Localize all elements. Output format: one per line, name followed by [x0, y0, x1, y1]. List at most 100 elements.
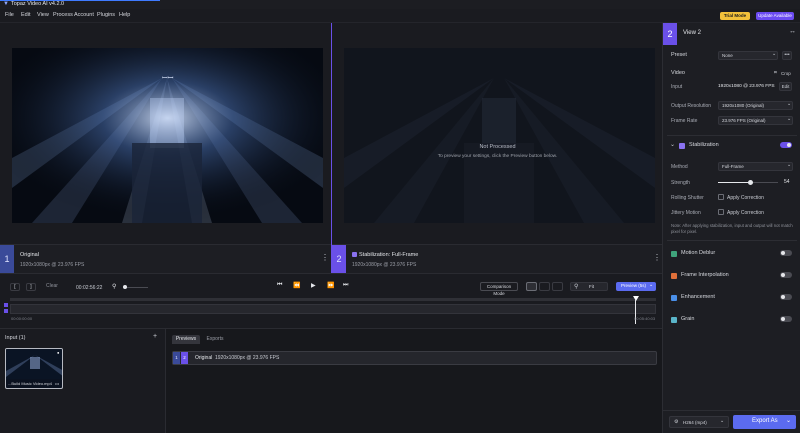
concert-image: ꟷꟷ [12, 48, 323, 223]
codec-value: H264 (mp4) [683, 420, 707, 425]
comparison-mode-button[interactable]: Comparison Mode [480, 282, 518, 296]
view-1-number[interactable]: 1 [0, 245, 14, 273]
zoom-slider-handle[interactable] [123, 285, 127, 289]
grain-icon [671, 317, 677, 323]
export-as-button[interactable]: Export As ⌄ [733, 415, 796, 429]
crop-button[interactable]: Crop [781, 71, 791, 76]
tab-previews[interactable]: Previews [172, 335, 200, 344]
timecode[interactable]: 00:02:56:22 [76, 285, 102, 291]
input-file-name: ...Build Music Video.mp4 [8, 381, 52, 386]
frame-rate-select[interactable]: 23.976 FPS (Original) [718, 116, 793, 125]
skip-start-icon[interactable]: ⏮ [277, 282, 282, 289]
input-value: 1920x1080 @ 23.976 FPS [718, 84, 775, 89]
rolling-shutter-apply: Apply Correction [727, 195, 764, 201]
output-resolution-select[interactable]: 1920x1080 (Original) [718, 101, 793, 110]
view-2-more-icon[interactable]: ⋮ [653, 253, 661, 262]
settings-panel: 2 View 2 ↔ Preset None ⌄ ••• Video ⌗ Cro… [662, 23, 800, 433]
out-marker[interactable] [4, 309, 8, 313]
trial-mode-button[interactable]: Trial Mode [720, 12, 750, 20]
skip-end-icon[interactable]: ⏭ [343, 282, 348, 289]
strength-value[interactable]: 54 [784, 179, 790, 185]
clear-button[interactable]: Clear [43, 283, 61, 291]
menu-process[interactable]: Process [53, 12, 73, 18]
playhead[interactable] [633, 296, 639, 301]
preview-button[interactable]: Preview (5s) ⌄ [616, 282, 656, 291]
enhancement-icon [671, 295, 677, 301]
codec-select[interactable]: ⚙ H264 (mp4) ⌄ [669, 416, 729, 428]
jittery-motion-apply: Apply Correction [727, 210, 764, 216]
update-available-button[interactable]: Update Available [756, 12, 794, 20]
frame-interpolation-title: Frame Interpolation [681, 272, 729, 278]
play-icon[interactable]: ▶ [311, 282, 316, 289]
stabilization-title: Stabilization [689, 142, 719, 148]
input-more-icon[interactable]: ••• [55, 381, 59, 386]
grain-toggle[interactable] [780, 316, 792, 322]
menu-account[interactable]: Account [74, 12, 94, 18]
layout-single-icon[interactable] [552, 282, 563, 291]
preset-dropdown-icon: ⌄ [772, 51, 777, 57]
view-2-name: Stabilization: Full-Frame [359, 252, 419, 258]
in-marker[interactable] [4, 303, 8, 307]
menu-bar: File Edit View Process Account Plugins H… [0, 9, 800, 23]
menu-help[interactable]: Help [119, 12, 130, 18]
layout-side-by-side-icon[interactable] [526, 282, 537, 291]
step-forward-icon[interactable]: ⏩ [327, 282, 334, 289]
zoom-icon[interactable]: ⚲ [112, 283, 116, 290]
preset-more-button[interactable]: ••• [782, 51, 792, 60]
zoom-fit-select[interactable]: ⚲ Fit [570, 282, 608, 291]
menu-edit[interactable]: Edit [21, 12, 30, 18]
tab-exports[interactable]: Exports [201, 335, 229, 344]
timeline-end-timecode: 00:05:40:03 [634, 316, 656, 321]
strength-slider-handle[interactable] [747, 180, 753, 185]
view-2-number[interactable]: 2 [332, 245, 346, 273]
codec-dropdown-icon: ⌄ [720, 418, 725, 424]
grain-title: Grain [681, 316, 695, 322]
preview-row[interactable]: 1 2 Original 1920x1080px @ 23.976 FPS [172, 351, 657, 365]
input-thumbnail[interactable]: ...Build Music Video.mp4 ••• ● [5, 348, 63, 389]
step-back-icon[interactable]: ⏪ [293, 282, 300, 289]
timeline-ruler [10, 298, 656, 301]
rolling-shutter-label: Rolling Shutter [671, 195, 704, 201]
jittery-motion-checkbox[interactable] [718, 209, 724, 215]
preset-select[interactable]: None [718, 51, 778, 60]
motion-deblur-toggle[interactable] [780, 250, 792, 256]
method-select[interactable]: Full-Frame [718, 162, 793, 171]
codec-gear-icon: ⚙ [674, 419, 679, 425]
app-title: Topaz Video AI v4.2.0 [11, 1, 65, 7]
menu-view[interactable]: View [37, 12, 49, 18]
stabilization-note: Note: After applying stabilization, inpu… [671, 223, 793, 234]
export-dropdown-icon[interactable]: ⌄ [786, 417, 791, 424]
view-2-badge: 2 [663, 23, 677, 45]
enhancement-toggle[interactable] [780, 294, 792, 300]
layout-split-icon[interactable] [539, 282, 550, 291]
input-edit-button[interactable]: Edit [779, 82, 792, 91]
view-2-footer: 2 Stabilization: Full-Frame 1920x1080px … [332, 244, 663, 273]
input-selected-check-icon: ● [57, 350, 60, 355]
preview-row-info: 1920x1080px @ 23.976 FPS [215, 355, 280, 361]
frame-interpolation-toggle[interactable] [780, 272, 792, 278]
crop-icon[interactable]: ⌗ [774, 70, 777, 76]
in-point-button[interactable]: [ [10, 283, 20, 291]
video-frame-original: ꟷꟷ [12, 48, 323, 223]
timeline-start-timecode: 00:00:00:00 [11, 316, 33, 321]
stabilization-collapse-icon[interactable]: ⌄ [670, 141, 675, 148]
menu-plugins[interactable]: Plugins [97, 12, 115, 18]
add-input-button[interactable]: + [153, 333, 157, 340]
preview-dropdown-icon[interactable]: ⌄ [649, 282, 653, 288]
input-title: Input (1) [5, 335, 26, 341]
method-dropdown-icon: ⌄ [787, 162, 792, 168]
view-1-info: 1920x1080px @ 23.976 FPS [20, 262, 85, 268]
view-1-more-icon[interactable]: ⋮ [321, 253, 329, 262]
view-2-info: 1920x1080px @ 23.976 FPS [352, 262, 417, 268]
view-1-footer: 1 Original 1920x1080px @ 23.976 FPS ⋮ [0, 244, 331, 273]
preview-button-label: Preview (5s) [621, 283, 647, 288]
app-logo-icon: ▼ [3, 1, 9, 7]
timeline-track[interactable] [10, 304, 656, 314]
expand-icon[interactable]: ↔ [789, 28, 796, 35]
view-1-pane: ꟷꟷ 1 Original 1920x1080px @ 23.976 FPS ⋮ [0, 23, 331, 273]
menu-file[interactable]: File [5, 12, 14, 18]
not-processed-title: Not Processed [479, 144, 516, 150]
out-point-button[interactable]: ] [26, 283, 36, 291]
stabilization-toggle[interactable] [780, 142, 792, 148]
rolling-shutter-checkbox[interactable] [718, 194, 724, 200]
